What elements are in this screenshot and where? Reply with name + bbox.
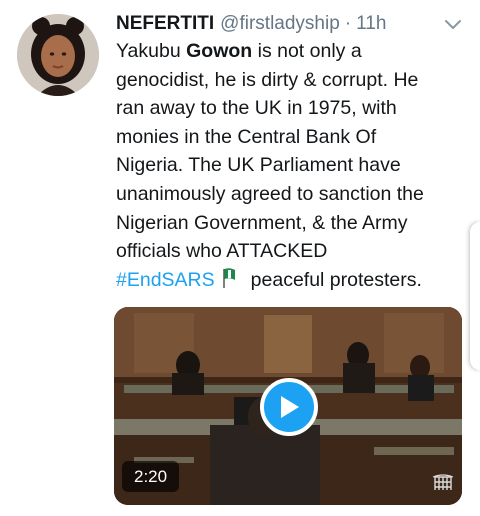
tweet-text-line: ran away to the UK in 1975, with — [116, 97, 397, 120]
hashtag-link[interactable]: #EndSARS — [116, 269, 215, 291]
avatar[interactable] — [17, 14, 99, 96]
tweet-text-line: monies in the Central Bank Of — [116, 125, 377, 148]
tweet-text-line: Nigeria. The UK Parliament have — [116, 154, 401, 177]
play-icon — [281, 396, 299, 418]
text-segment: is not only a — [252, 40, 362, 62]
tweet-text-line: Nigerian Government, & the Army — [116, 211, 408, 234]
edge-panel-handle[interactable] — [470, 222, 480, 370]
tweet-header: NEFERTITI @firstladyship · 11h — [116, 10, 466, 38]
header-separator: · — [344, 13, 352, 34]
tweet-text: Yakubu Gowon is not only a genocidist, h… — [116, 37, 476, 297]
play-button[interactable] — [260, 378, 318, 436]
tweet-text-line: #EndSARS peaceful protesters. — [116, 266, 476, 298]
nigeria-flag-emoji-icon — [221, 267, 237, 298]
tweet-text-line: Yakubu Gowon is not only a — [116, 37, 476, 66]
bold-name: Gowon — [186, 40, 253, 62]
tweet-text-line: genocidist, he is dirty & corrupt. He — [116, 68, 419, 91]
video-duration: 2:20 — [122, 461, 180, 492]
timestamp[interactable]: 11h — [356, 13, 386, 35]
portcullis-icon — [432, 474, 454, 499]
video-player[interactable]: 2:20 — [114, 307, 462, 505]
avatar-image — [17, 14, 99, 96]
text-segment: Yakubu — [116, 40, 187, 62]
user-handle[interactable]: @firstladyship — [220, 13, 340, 35]
display-name[interactable]: NEFERTITI — [116, 13, 214, 35]
text-segment: peaceful protesters. — [250, 268, 422, 291]
chevron-down-icon[interactable] — [442, 14, 464, 34]
tweet-text-line: unanimously agreed to sanction the — [116, 182, 424, 205]
tweet-text-line: officials who ATTACKED — [116, 240, 328, 263]
